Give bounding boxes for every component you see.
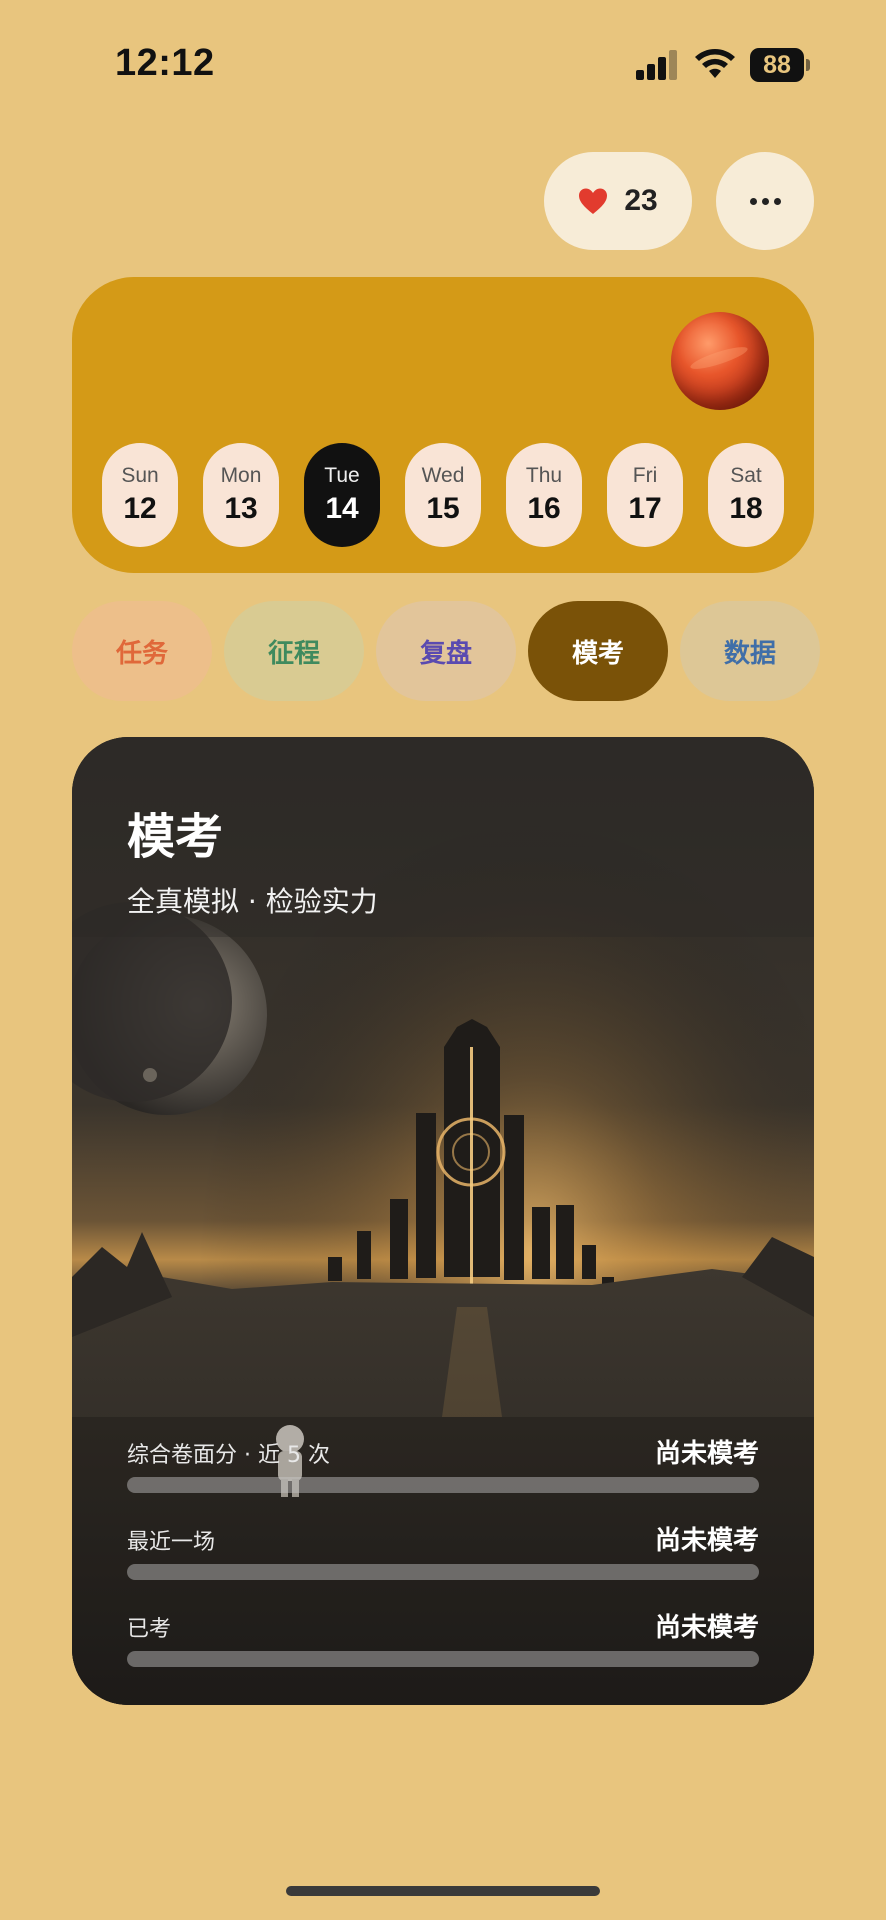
day-name: Sat	[730, 464, 762, 487]
like-count: 23	[624, 184, 658, 217]
progress-bar	[127, 1564, 759, 1580]
day-name: Wed	[421, 464, 465, 487]
day-name: Mon	[220, 464, 262, 487]
more-button[interactable]	[716, 152, 814, 250]
stat-value: 尚未模考	[654, 1439, 759, 1469]
wifi-icon	[695, 49, 735, 78]
progress-bar	[127, 1651, 759, 1667]
day-fri[interactable]: Fri 17	[607, 443, 683, 547]
stat-label: 已考	[127, 1617, 172, 1642]
day-sun[interactable]: Sun 12	[102, 443, 178, 547]
like-button[interactable]: 23	[544, 152, 692, 250]
day-tue-selected[interactable]: Tue 14	[304, 443, 380, 547]
day-sat[interactable]: Sat 18	[708, 443, 784, 547]
day-date: 17	[628, 492, 662, 525]
day-date: 13	[224, 492, 258, 525]
battery-icon: 88	[750, 48, 810, 82]
tab-journey[interactable]: 征程	[224, 601, 364, 701]
exam-card-subtitle: 全真模拟 · 检验实力	[127, 885, 378, 918]
day-name: Tue	[324, 464, 360, 487]
status-time: 12:12	[115, 42, 215, 84]
stat-label: 综合卷面分 · 近 5 次	[127, 1443, 330, 1468]
status-bar: 12:12 88	[0, 0, 886, 130]
day-name: Fri	[632, 464, 658, 487]
battery-level: 88	[750, 48, 804, 82]
more-dots-icon	[749, 197, 781, 205]
day-mon[interactable]: Mon 13	[203, 443, 279, 547]
stat-label: 最近一场	[127, 1530, 216, 1555]
mock-exam-card[interactable]: 模考 全真模拟 · 检验实力 综合卷面分 · 近 5 次 尚未模考 最近一场 尚…	[72, 737, 814, 1705]
day-wed[interactable]: Wed 15	[405, 443, 481, 547]
week-day-strip: Sun 12 Mon 13 Tue 14 Wed 15 Thu 16 Fri 1…	[102, 443, 784, 547]
stat-value: 尚未模考	[654, 1526, 759, 1556]
day-date: 14	[325, 492, 359, 525]
tab-mock-exam[interactable]: 模考	[528, 601, 668, 701]
day-date: 12	[123, 492, 157, 525]
day-name: Thu	[525, 464, 563, 487]
day-name: Sun	[121, 464, 159, 487]
stat-value: 尚未模考	[654, 1613, 759, 1643]
day-date: 16	[527, 492, 561, 525]
exam-card-title: 模考	[127, 809, 224, 865]
day-date: 18	[729, 492, 763, 525]
progress-bar	[127, 1477, 759, 1493]
tab-review[interactable]: 复盘	[376, 601, 516, 701]
day-thu[interactable]: Thu 16	[506, 443, 582, 547]
planet-icon	[671, 312, 769, 410]
cellular-signal-icon	[636, 50, 680, 80]
section-tabs: 任务 征程 复盘 模考 数据	[72, 601, 820, 701]
day-date: 15	[426, 492, 460, 525]
heart-icon	[579, 188, 608, 214]
tab-tasks[interactable]: 任务	[72, 601, 212, 701]
home-indicator[interactable]	[286, 1886, 600, 1896]
tab-data[interactable]: 数据	[680, 601, 820, 701]
